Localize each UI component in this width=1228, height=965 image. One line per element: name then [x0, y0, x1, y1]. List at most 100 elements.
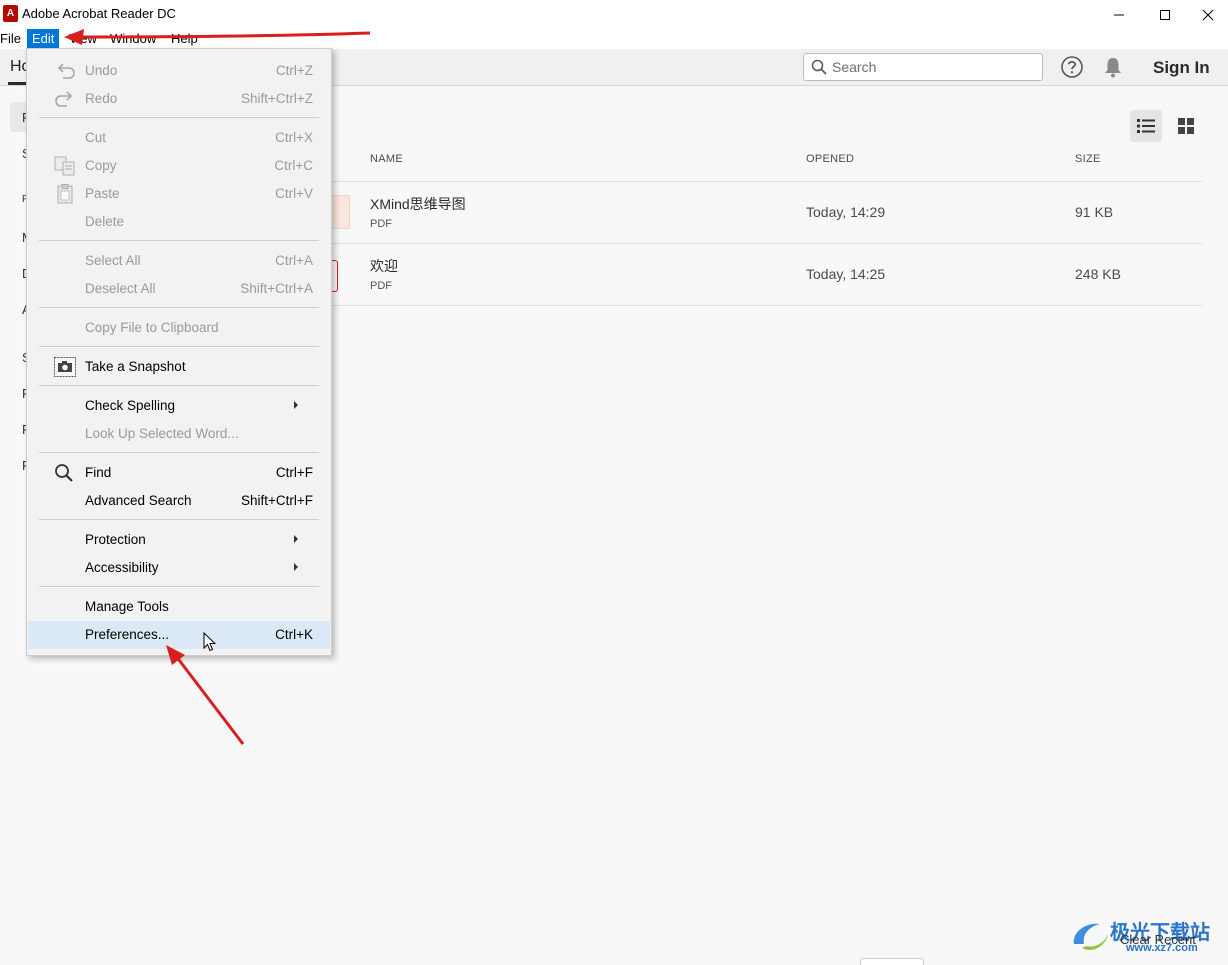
- menu-help[interactable]: Help: [166, 29, 203, 49]
- clear-recent-link[interactable]: Clear Recent: [1120, 932, 1196, 947]
- menu-item-shortcut: Ctrl+V: [275, 186, 313, 201]
- menu-item-preferences[interactable]: Preferences... Ctrl+K: [28, 621, 330, 649]
- column-header-size[interactable]: SIZE: [1075, 153, 1101, 165]
- title-bar: A Adobe Acrobat Reader DC: [0, 0, 1228, 29]
- submenu-arrow-icon: [294, 535, 298, 543]
- menu-item-label: Find: [85, 465, 112, 480]
- menu-item-accessibility[interactable]: Accessibility: [28, 554, 330, 582]
- menu-item-shortcut: Ctrl+C: [274, 158, 313, 173]
- menu-item-redo[interactable]: Redo Shift+Ctrl+Z: [28, 85, 330, 113]
- menu-item-paste[interactable]: Paste Ctrl+V: [28, 180, 330, 208]
- list-view-icon: [1137, 119, 1155, 133]
- menu-item-look-up-word[interactable]: Look Up Selected Word...: [28, 420, 330, 448]
- menu-separator: [39, 519, 319, 520]
- file-type: PDF: [370, 218, 392, 230]
- menu-separator: [39, 346, 319, 347]
- submenu-arrow-icon: [294, 563, 298, 571]
- paste-icon: [57, 184, 73, 204]
- minimize-icon: [1114, 14, 1124, 15]
- menu-item-shortcut: Shift+Ctrl+A: [240, 281, 313, 296]
- menu-file[interactable]: File: [0, 29, 26, 49]
- menu-item-label: Cut: [85, 130, 107, 145]
- menu-item-copy-file-to-clipboard[interactable]: Copy File to Clipboard: [28, 314, 330, 342]
- row-divider: [330, 243, 1202, 244]
- grid-view-button[interactable]: [1170, 110, 1202, 142]
- menu-item-copy[interactable]: Copy Ctrl+C: [28, 152, 330, 180]
- column-header-name[interactable]: NAME: [370, 153, 403, 165]
- mouse-cursor-icon: [203, 632, 217, 652]
- menu-item-cut[interactable]: Cut Ctrl+X: [28, 124, 330, 152]
- menu-window[interactable]: Window: [105, 29, 161, 49]
- file-type: PDF: [370, 280, 392, 292]
- minimize-button[interactable]: [1096, 0, 1142, 29]
- notifications-button[interactable]: [1102, 55, 1124, 79]
- menu-item-shortcut: Ctrl+K: [275, 627, 313, 642]
- menu-separator: [39, 117, 319, 118]
- search-box[interactable]: [803, 53, 1043, 81]
- menu-bar: File Edit View Window Help: [0, 29, 1228, 49]
- edit-menu-dropdown: Undo Ctrl+Z Redo Shift+Ctrl+Z Cut Ctrl+X…: [26, 48, 332, 656]
- header-divider: [330, 181, 1202, 182]
- file-name[interactable]: 欢迎: [370, 256, 398, 276]
- watermark-logo-icon: [1073, 923, 1108, 951]
- acrobat-logo-icon: A: [3, 5, 18, 22]
- menu-item-label: Accessibility: [85, 560, 159, 575]
- menu-item-label: Select All: [85, 253, 141, 268]
- menu-view[interactable]: View: [64, 29, 102, 49]
- column-header-opened[interactable]: OPENED: [806, 153, 854, 165]
- grid-view-icon: [1178, 118, 1194, 134]
- bottom-tab[interactable]: [860, 958, 924, 965]
- menu-item-take-snapshot[interactable]: Take a Snapshot: [28, 353, 330, 381]
- close-icon: [1202, 9, 1214, 20]
- window-title: Adobe Acrobat Reader DC: [22, 6, 176, 21]
- menu-item-label: Manage Tools: [85, 599, 169, 614]
- file-opened: Today, 14:29: [806, 204, 886, 220]
- submenu-arrow-icon: [294, 401, 298, 409]
- search-icon: [811, 59, 827, 75]
- menu-item-shortcut: Ctrl+A: [275, 253, 313, 268]
- close-button[interactable]: [1188, 0, 1228, 29]
- camera-icon: [54, 357, 76, 377]
- menu-item-label: Redo: [85, 91, 118, 106]
- file-name[interactable]: XMind思维导图: [370, 194, 466, 214]
- menu-item-label: Check Spelling: [85, 398, 176, 413]
- menu-edit[interactable]: Edit: [27, 29, 60, 49]
- menu-item-undo[interactable]: Undo Ctrl+Z: [28, 57, 330, 85]
- help-button[interactable]: [1060, 55, 1084, 79]
- menu-item-label: Take a Snapshot: [85, 359, 186, 374]
- menu-item-label: Undo: [85, 63, 118, 78]
- menu-item-shortcut: Ctrl+X: [275, 130, 313, 145]
- menu-item-manage-tools[interactable]: Manage Tools: [28, 593, 330, 621]
- find-icon: [55, 464, 73, 482]
- menu-separator: [39, 240, 319, 241]
- file-size: 91 KB: [1075, 204, 1114, 220]
- bell-icon: [1105, 58, 1121, 78]
- search-input[interactable]: [832, 57, 1037, 77]
- menu-separator: [39, 586, 319, 587]
- menu-item-label: Delete: [85, 214, 125, 229]
- redo-icon: [55, 91, 73, 107]
- undo-icon: [57, 63, 75, 79]
- list-view-button[interactable]: [1130, 110, 1162, 142]
- menu-separator: [39, 452, 319, 453]
- menu-separator: [39, 385, 319, 386]
- menu-item-advanced-search[interactable]: Advanced Search Shift+Ctrl+F: [28, 487, 330, 515]
- menu-item-shortcut: Shift+Ctrl+Z: [240, 91, 313, 106]
- menu-item-check-spelling[interactable]: Check Spelling: [28, 392, 330, 420]
- menu-item-find[interactable]: Find Ctrl+F: [28, 459, 330, 487]
- file-thumbnail: [330, 195, 350, 229]
- menu-item-deselect-all[interactable]: Deselect All Shift+Ctrl+A: [28, 275, 330, 303]
- menu-item-shortcut: Shift+Ctrl+F: [240, 493, 313, 508]
- menu-item-protection[interactable]: Protection: [28, 526, 330, 554]
- menu-item-label: Preferences...: [85, 627, 170, 642]
- menu-item-shortcut: Ctrl+F: [275, 465, 313, 480]
- sign-in-button[interactable]: Sign In: [1153, 58, 1210, 78]
- copy-icon: [54, 156, 75, 176]
- menu-item-label: Copy: [85, 158, 117, 173]
- menu-item-label: Copy File to Clipboard: [85, 320, 219, 335]
- menu-item-label: Protection: [85, 532, 146, 547]
- menu-item-delete[interactable]: Delete: [28, 208, 330, 236]
- menu-item-select-all[interactable]: Select All Ctrl+A: [28, 247, 330, 275]
- maximize-button[interactable]: [1142, 0, 1188, 29]
- menu-item-label: Advanced Search: [85, 493, 192, 508]
